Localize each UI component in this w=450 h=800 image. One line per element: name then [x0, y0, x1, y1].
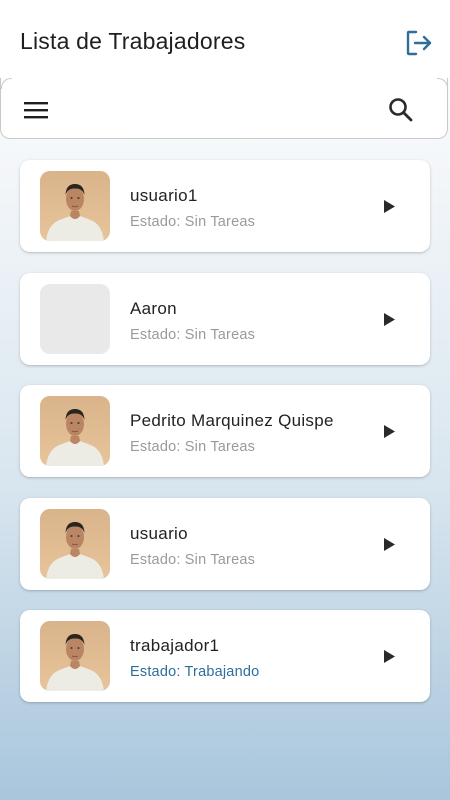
app-bar: Lista de Trabajadores [0, 0, 450, 78]
play-arrow-icon[interactable] [382, 312, 396, 327]
worker-name: Aaron [130, 298, 177, 318]
worker-status: Estado: Sin Tareas [130, 326, 256, 343]
play-arrow-icon[interactable] [382, 424, 396, 439]
logout-icon [406, 30, 432, 56]
worker-status: Estado: Sin Tareas [130, 214, 256, 230]
logout-button[interactable] [404, 28, 434, 58]
worker-name: usuario1 [130, 186, 198, 205]
avatar [40, 508, 110, 579]
play-arrow-icon[interactable] [382, 649, 396, 664]
search-icon [389, 98, 413, 122]
worker-name: usuario [130, 523, 188, 543]
worker-name: Pedrito Marquinez Quispe [130, 411, 334, 430]
worker-card[interactable]: Pedrito Marquinez Quispe Estado: Sin Tare… [20, 385, 430, 477]
avatar-placeholder [40, 283, 110, 354]
worker-status: Estado: Sin Tareas [130, 439, 256, 455]
toolbar [0, 78, 448, 139]
avatar [40, 396, 110, 466]
worker-name: trabajador1 [130, 636, 220, 655]
workers-list: usuario1 Estado: Sin Tareas Aaron Estado: … [20, 160, 430, 723]
worker-card[interactable]: Aaron Estado: Sin Tareas [20, 272, 430, 365]
play-arrow-icon[interactable] [382, 199, 396, 214]
menu-icon [24, 102, 48, 119]
avatar [40, 171, 110, 241]
worker-card[interactable]: usuario Estado: Sin Tareas [20, 497, 430, 590]
worker-status: Estado: Trabajando [130, 664, 260, 680]
menu-button[interactable] [23, 100, 49, 120]
search-button[interactable] [387, 96, 415, 124]
worker-card[interactable]: usuario1 Estado: Sin Tareas [20, 160, 430, 252]
worker-status: Estado: Sin Tareas [130, 551, 256, 568]
avatar [40, 621, 110, 691]
worker-card[interactable]: trabajador1 Estado: Trabajando [20, 610, 430, 702]
page-title: Lista de Trabajadores [20, 28, 246, 54]
play-arrow-icon[interactable] [382, 537, 396, 552]
